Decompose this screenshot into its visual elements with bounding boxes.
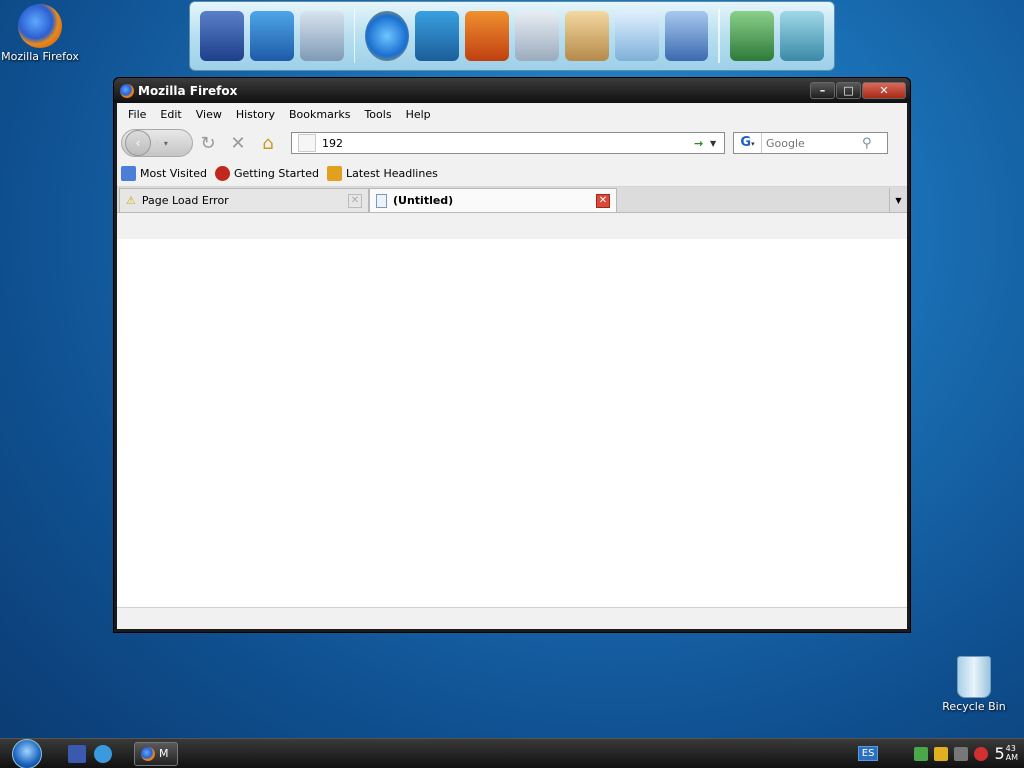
- clock-minutes: 43: [1005, 744, 1016, 753]
- rss-icon: [327, 166, 342, 181]
- desktop-icon-label: Mozilla Firefox: [1, 50, 79, 63]
- menu-bookmarks[interactable]: Bookmarks: [282, 108, 357, 121]
- clock[interactable]: 5 43 AM: [994, 744, 1018, 763]
- media-center-icon[interactable]: [415, 11, 460, 61]
- url-input[interactable]: [322, 136, 694, 150]
- tab-strip: ⚠ Page Load Error ✕ (Untitled) ✕ ▼: [117, 187, 907, 213]
- stop-button[interactable]: ✕: [223, 129, 253, 157]
- home-icon: ⌂: [262, 132, 274, 154]
- firefox-icon: [141, 746, 155, 761]
- bookmark-getting-started[interactable]: Getting Started: [214, 166, 319, 181]
- go-arrow-icon[interactable]: →: [694, 137, 710, 150]
- recycle-icon[interactable]: [780, 11, 824, 61]
- search-bar[interactable]: G▾ ⚲: [733, 132, 888, 154]
- security-shield-icon[interactable]: [934, 746, 949, 761]
- desktop-icon-label: Recycle Bin: [942, 700, 1006, 713]
- speaker-icon[interactable]: [954, 746, 969, 761]
- menu-file[interactable]: File: [121, 108, 153, 121]
- menubar: File Edit View History Bookmarks Tools H…: [117, 103, 907, 125]
- desktop-icon-recycle-bin[interactable]: Recycle Bin: [934, 656, 1014, 713]
- dock-divider: [718, 9, 721, 63]
- page-icon: [298, 134, 316, 152]
- browser-frame: File Edit View History Bookmarks Tools H…: [117, 103, 907, 629]
- menu-edit[interactable]: Edit: [153, 108, 188, 121]
- bookmark-folder-icon: [121, 166, 136, 181]
- tools-icon[interactable]: [730, 11, 775, 61]
- back-forward-group: ‹ › ▾: [121, 129, 193, 157]
- internet-explorer-icon[interactable]: [365, 11, 410, 61]
- firefox-icon: [120, 83, 134, 98]
- computer-icon[interactable]: [200, 11, 244, 61]
- taskbar: M ES 5 43 AM: [0, 738, 1024, 768]
- bookmark-latest-headlines[interactable]: Latest Headlines: [327, 166, 438, 181]
- calculator-icon[interactable]: [514, 11, 559, 61]
- menu-view[interactable]: View: [189, 108, 229, 121]
- menu-help[interactable]: Help: [399, 108, 438, 121]
- tab-label: Page Load Error: [141, 194, 229, 207]
- application-dock: [189, 1, 835, 71]
- bookmarks-toolbar: Most Visited Getting Started Latest Head…: [117, 161, 907, 187]
- bookmark-label: Getting Started: [233, 167, 319, 180]
- navigation-toolbar: ‹ › ▾ ↻ ✕ ⌂ → ▼ G▾ ⚲: [117, 125, 907, 161]
- close-button[interactable]: ✕: [862, 82, 906, 99]
- maximize-button[interactable]: □: [836, 82, 861, 99]
- taskbar-button-label: M: [159, 747, 169, 760]
- url-bar[interactable]: → ▼: [291, 132, 725, 154]
- reload-icon: ↻: [200, 132, 216, 154]
- language-indicator[interactable]: ES: [857, 746, 879, 761]
- clock-hour: 5: [994, 744, 1005, 763]
- warning-icon: ⚠: [126, 194, 136, 207]
- firefox-window: Mozilla Firefox – □ ✕ File Edit View His…: [113, 77, 911, 633]
- recycle-bin-icon: [957, 656, 991, 698]
- search-magnifier-icon[interactable]: ⚲: [862, 136, 872, 151]
- tab-label: (Untitled): [393, 194, 454, 207]
- google-icon: G: [740, 135, 752, 150]
- paint-icon[interactable]: [564, 11, 609, 61]
- error-icon[interactable]: [974, 746, 989, 761]
- firefox-icon: [18, 4, 62, 48]
- page-icon: [376, 193, 387, 208]
- back-arrow-icon: ‹: [135, 136, 141, 150]
- bookmark-label: Most Visited: [140, 167, 207, 180]
- bookmark-most-visited[interactable]: Most Visited: [121, 166, 207, 181]
- media-player-icon[interactable]: [465, 11, 509, 61]
- network-icon[interactable]: [249, 11, 294, 61]
- page-content[interactable]: [117, 239, 907, 607]
- taskbar-button-firefox[interactable]: M: [134, 741, 178, 766]
- internet-explorer-icon[interactable]: [94, 744, 112, 763]
- reload-button[interactable]: ↻: [193, 129, 223, 157]
- documents-icon[interactable]: [299, 11, 344, 61]
- tab-untitled[interactable]: (Untitled) ✕: [369, 188, 617, 212]
- history-dropdown-icon[interactable]: ▾: [164, 139, 168, 148]
- tab-list-button[interactable]: ▼: [889, 188, 907, 212]
- start-button[interactable]: [12, 738, 42, 768]
- dock-divider: [353, 9, 356, 63]
- home-button[interactable]: ⌂: [253, 129, 283, 157]
- status-bar: [117, 607, 907, 629]
- stop-icon: ✕: [230, 132, 246, 154]
- firefox-icon: [214, 166, 230, 181]
- tab-close-button[interactable]: ✕: [596, 193, 610, 208]
- show-desktop-icon[interactable]: [68, 744, 86, 763]
- search-engine-selector[interactable]: G▾: [734, 133, 762, 153]
- tab-close-button[interactable]: ✕: [348, 193, 362, 208]
- search-input[interactable]: [762, 136, 862, 150]
- notepad-icon[interactable]: [614, 11, 659, 61]
- window-title: Mozilla Firefox: [138, 83, 238, 98]
- desktop-icon-firefox[interactable]: Mozilla Firefox: [0, 4, 80, 63]
- url-dropdown-icon[interactable]: ▼: [710, 139, 724, 148]
- minimize-button[interactable]: –: [810, 82, 835, 99]
- menu-tools[interactable]: Tools: [357, 108, 398, 121]
- window-titlebar[interactable]: Mozilla Firefox – □ ✕: [114, 78, 910, 103]
- back-button[interactable]: ‹: [125, 130, 151, 156]
- menu-history[interactable]: History: [229, 108, 282, 121]
- clock-ampm: AM: [1005, 753, 1018, 762]
- bookmark-label: Latest Headlines: [346, 167, 438, 180]
- system-tray: ES 5 43 AM: [857, 744, 1018, 763]
- network-icon[interactable]: [914, 746, 929, 761]
- forward-button[interactable]: ›: [155, 136, 160, 150]
- tab-page-load-error[interactable]: ⚠ Page Load Error ✕: [119, 188, 369, 212]
- calendar-icon[interactable]: [664, 11, 709, 61]
